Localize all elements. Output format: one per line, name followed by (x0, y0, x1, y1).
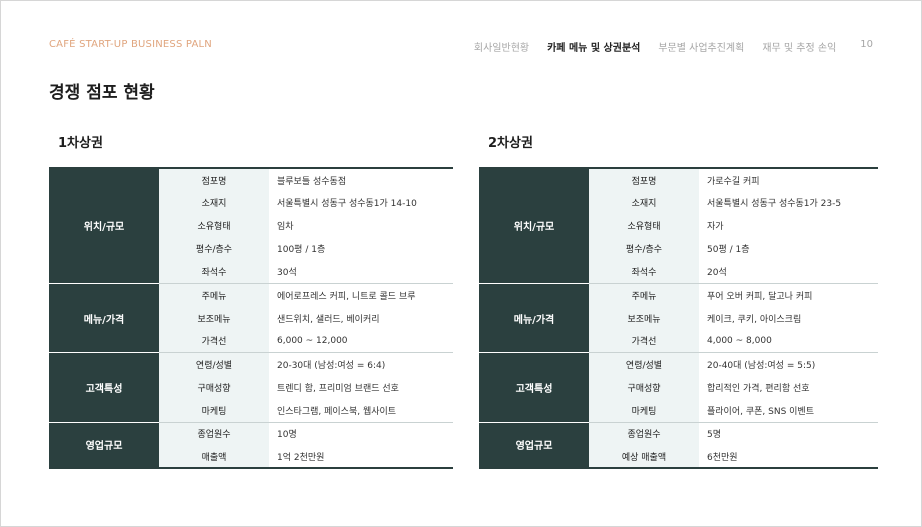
group-header: 고객특성 (49, 352, 159, 423)
table-row: 영업규모 종업원수 5명 (479, 421, 878, 469)
table-row: 영업규모 종업원수 10명 (49, 421, 453, 469)
row-value: 1억 2천만원 (277, 452, 325, 463)
row-label: 소재지 (589, 191, 699, 215)
row-label: 평수/층수 (159, 237, 269, 261)
row-value: 20-40대 (남성:여성 = 5:5) (699, 352, 878, 376)
nav-item-company[interactable]: 회사일반현황 (474, 39, 529, 54)
row-label: 연령/성별 (589, 352, 699, 376)
page-title: 경쟁 점포 현황 (49, 83, 155, 103)
group-header: 메뉴/가격 (479, 283, 589, 354)
row-label: 종업원수 (159, 421, 269, 446)
section-title-secondary: 2차상권 (488, 136, 533, 151)
row-label: 소재지 (159, 191, 269, 215)
nav-item-business-plan[interactable]: 부문별 사업추진계획 (658, 39, 744, 54)
brand-title: CAFÉ START-UP BUSINESS PALN (49, 39, 212, 50)
group-header: 위치/규모 (479, 168, 589, 284)
row-value: 블루보틀 성수동점 (277, 176, 347, 187)
group-header: 영업규모 (49, 422, 159, 469)
row-label: 점포명 (589, 168, 699, 192)
section-title-primary: 1차상권 (58, 136, 103, 151)
row-value: 합리적인 가격, 편리함 선호 (707, 383, 810, 394)
row-value: 서울특별시 성동구 성수동1가 23-5 (707, 199, 842, 210)
row-value: 인스타그램, 페이스북, 웹사이트 (277, 406, 397, 417)
group-header: 영업규모 (479, 422, 589, 469)
slide-frame: CAFÉ START-UP BUSINESS PALN 회사일반현황 카페 메뉴… (0, 0, 922, 527)
page-number: 10 (860, 39, 873, 50)
row-label: 보조메뉴 (159, 306, 269, 330)
competitor-table-secondary: 위치/규모 점포명 가로수길 커피소재지 서울특별시 성동구 성수동1가 23-5 소유… (479, 167, 878, 470)
row-label: 좌석수 (159, 260, 269, 284)
competitor-table-primary: 위치/규모 점포명 블루보틀 성수동점소재지 서울특별시 성동구 성수동1가 14-1… (49, 167, 453, 470)
row-value: 20-30대 (남성:여성 = 6:4) (269, 352, 453, 376)
row-label: 주메뉴 (159, 282, 269, 307)
row-label: 소유형태 (159, 214, 269, 238)
row-value: 임차 (277, 222, 294, 233)
row-value: 6,000 ~ 12,000 (277, 335, 348, 346)
row-label: 마케팅 (589, 398, 699, 423)
top-nav: 회사일반현황 카페 메뉴 및 상권분석 부문별 사업추진계획 재무 및 추정 손… (456, 39, 873, 54)
row-value: 푸어 오버 커피, 달고나 커피 (699, 282, 878, 307)
row-label: 매출액 (159, 445, 269, 469)
row-value: 가로수길 커피 (707, 176, 760, 187)
row-label: 좌석수 (589, 260, 699, 284)
row-label: 구매성향 (589, 375, 699, 399)
row-value: 에어로프레스 커피, 니트로 콜드 브루 (269, 282, 453, 307)
row-value: 50평 / 1층 (707, 245, 750, 256)
group-header: 고객특성 (479, 352, 589, 423)
row-label: 구매성향 (159, 375, 269, 399)
row-label: 평수/층수 (589, 237, 699, 261)
row-value: 4,000 ~ 8,000 (707, 335, 772, 346)
group-header: 메뉴/가격 (49, 283, 159, 354)
table-row: 고객특성 연령/성별 20-40대 (남성:여성 = 5:5) (479, 352, 878, 423)
row-value: 트렌디 함, 프리미엄 브랜드 선호 (277, 383, 399, 394)
table-row: 고객특성 연령/성별 20-30대 (남성:여성 = 6:4) (49, 352, 453, 423)
row-value: 20석 (707, 268, 727, 279)
row-value: 10명 (269, 421, 453, 446)
row-value: 5명 (699, 421, 878, 446)
row-value: 플라이어, 쿠폰, SNS 이벤트 (707, 406, 814, 417)
row-label: 가격선 (589, 329, 699, 353)
row-value: 서울특별시 성동구 성수동1가 14-10 (277, 199, 417, 210)
row-label: 마케팅 (159, 398, 269, 423)
row-value: 자가 (707, 222, 724, 233)
table-row: 메뉴/가격 주메뉴 에어로프레스 커피, 니트로 콜드 브루 (49, 282, 453, 354)
nav-item-menu-analysis[interactable]: 카페 메뉴 및 상권분석 (547, 39, 640, 54)
row-label: 보조메뉴 (589, 306, 699, 330)
table-row: 위치/규모 점포명 가로수길 커피 (479, 168, 878, 284)
row-label: 예상 매출액 (589, 445, 699, 469)
row-label: 주메뉴 (589, 282, 699, 307)
row-label: 연령/성별 (159, 352, 269, 376)
row-value: 샌드위치, 샐러드, 베이커리 (277, 314, 380, 325)
row-label: 소유형태 (589, 214, 699, 238)
nav-item-finance[interactable]: 재무 및 추정 손익 (762, 39, 836, 54)
row-value: 케이크, 쿠키, 아이스크림 (707, 314, 802, 325)
row-value: 30석 (277, 268, 297, 279)
table-row: 메뉴/가격 주메뉴 푸어 오버 커피, 달고나 커피 (479, 282, 878, 354)
row-value: 6천만원 (707, 452, 738, 463)
row-value: 100평 / 1층 (277, 245, 326, 256)
table-row: 위치/규모 점포명 블루보틀 성수동점 (49, 168, 453, 284)
row-label: 가격선 (159, 329, 269, 353)
row-label: 점포명 (159, 168, 269, 192)
group-header: 위치/규모 (49, 168, 159, 284)
row-label: 종업원수 (589, 421, 699, 446)
